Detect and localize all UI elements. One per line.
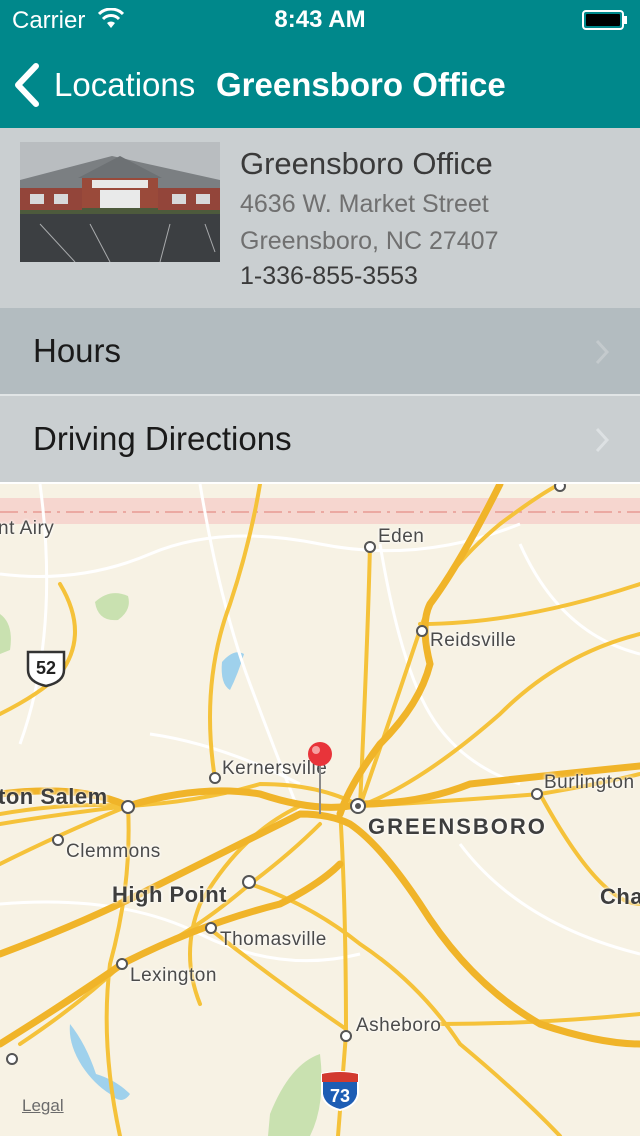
city-label-winston-salem: ton Salem [0,784,108,809]
hours-row[interactable]: Hours [0,308,640,394]
map-view[interactable]: nt Airy Eden Reidsville Kernersville Bur… [0,484,640,1136]
driving-directions-label: Driving Directions [33,420,292,457]
map-pin-icon[interactable] [306,740,334,816]
city-label-lexington: Lexington [130,965,217,986]
chevron-right-icon [595,339,610,365]
city-label-chapel-hill: Cha [600,884,640,909]
city-label-high-point: High Point [112,882,227,907]
city-label-asheboro: Asheboro [356,1015,442,1036]
interstate-number: 73 [330,1086,350,1106]
back-button[interactable]: Locations [12,60,195,110]
city-label-greensboro: GREENSBORO [368,814,547,839]
interstate-shield-icon: 73 [321,1071,359,1112]
us-route-shield-icon: 52 [26,650,66,688]
legal-link[interactable]: Legal [22,1096,64,1116]
chevron-right-icon [595,427,610,453]
us-route-number: 52 [36,658,56,678]
address-line-1: 4636 W. Market Street [240,190,489,218]
hours-label: Hours [33,332,122,369]
city-label-burlington: Burlington [544,772,635,793]
back-label: Locations [54,66,196,103]
page-title: Greensboro Office [216,66,506,103]
navigation-bar: Locations Greensboro Office [0,40,640,128]
battery-icon [582,10,627,30]
chevron-left-icon [15,63,39,107]
office-info-card: Greensboro Office 4636 W. Market Street … [0,128,640,308]
city-label-reidsville: Reidsville [430,630,517,651]
clock: 8:43 AM [274,6,366,33]
office-name: Greensboro Office [240,146,493,181]
city-label-mount-airy: nt Airy [0,518,55,539]
driving-directions-row[interactable]: Driving Directions [0,396,640,482]
phone-number[interactable]: 1-336-855-3553 [240,262,418,291]
address-line-2: Greensboro, NC 27407 [240,227,499,255]
office-photo [20,142,220,262]
city-label-eden: Eden [378,526,425,547]
city-label-thomasville: Thomasville [220,929,327,950]
city-label-clemmons: Clemmons [66,841,161,862]
status-bar: Carrier 8:43 AM [0,0,640,40]
